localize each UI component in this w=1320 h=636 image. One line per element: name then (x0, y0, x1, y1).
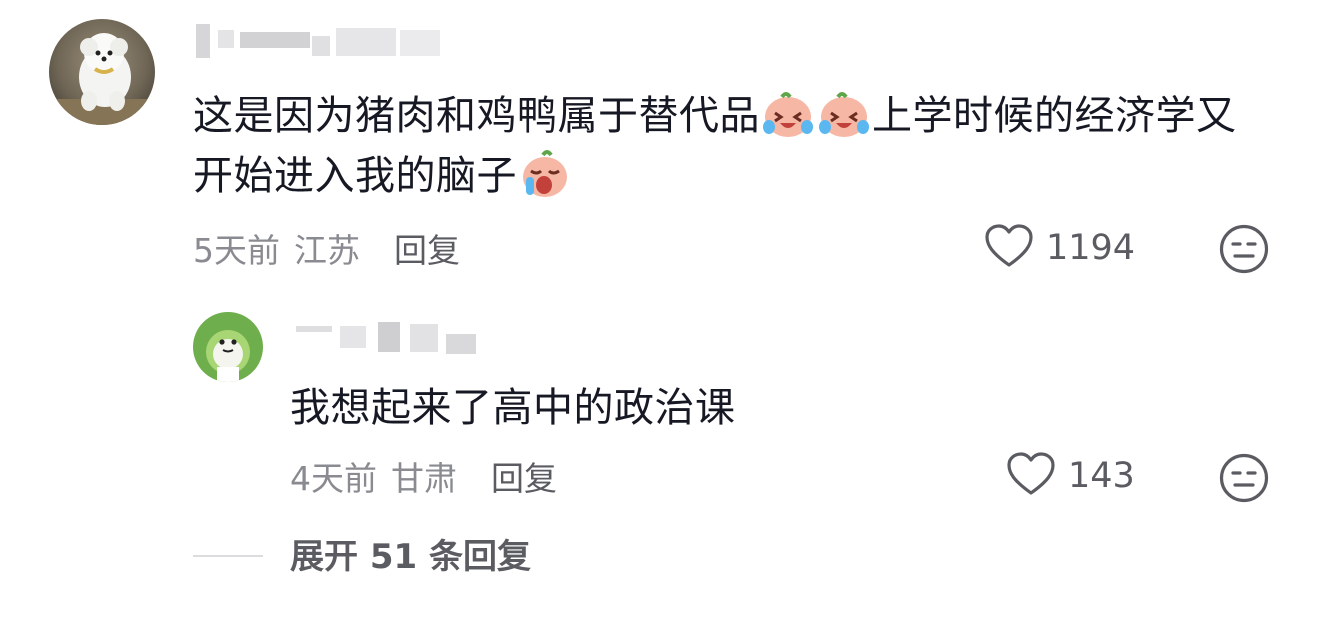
sub-comment-location: 甘肃 (391, 459, 457, 498)
heart-outline-icon (1006, 451, 1056, 501)
sub-username-redacted[interactable] (296, 320, 496, 360)
avatar[interactable] (49, 19, 155, 125)
sub-comment-text: 我想起来了高中的政治课 (290, 385, 736, 431)
loud-cry-emoji (517, 149, 573, 199)
sub-like-button[interactable]: 143 (1006, 450, 1135, 502)
comment-location: 江苏 (294, 231, 360, 270)
meh-face-icon (1218, 224, 1270, 279)
meh-face-icon (1218, 453, 1270, 508)
laugh-cry-emoji (816, 89, 872, 139)
like-button[interactable]: 1194 (984, 222, 1135, 274)
dislike-button[interactable] (1218, 223, 1270, 275)
expand-replies-button[interactable]: 展开 51 条回复 (290, 532, 531, 582)
like-count: 1194 (1046, 228, 1136, 268)
laugh-cry-emoji (760, 89, 816, 139)
comment-time: 5天前 (193, 231, 280, 270)
comment-meta: 5天前 江苏 回复 (193, 222, 460, 274)
comment-thread: 这是因为猪肉和鸡鸭属于替代品 上学时候的经济学又开始进入我的脑子 5天前 江苏 … (0, 0, 1320, 636)
sub-reply-button[interactable]: 回复 (491, 452, 557, 500)
username-redacted[interactable] (196, 20, 446, 68)
sub-avatar[interactable] (193, 312, 263, 382)
reply-button[interactable]: 回复 (394, 224, 460, 272)
expand-divider (193, 555, 263, 557)
sub-comment-meta: 4天前 甘肃 回复 (290, 450, 557, 502)
comment-text: 这是因为猪肉和鸡鸭属于替代品 上学时候的经济学又开始进入我的脑子 (193, 86, 1273, 206)
heart-outline-icon (984, 223, 1034, 273)
comment-text-part1: 这是因为猪肉和鸡鸭属于替代品 (193, 93, 760, 139)
sub-comment-time: 4天前 (290, 459, 377, 498)
sub-like-count: 143 (1068, 456, 1135, 496)
sub-dislike-button[interactable] (1218, 452, 1270, 504)
